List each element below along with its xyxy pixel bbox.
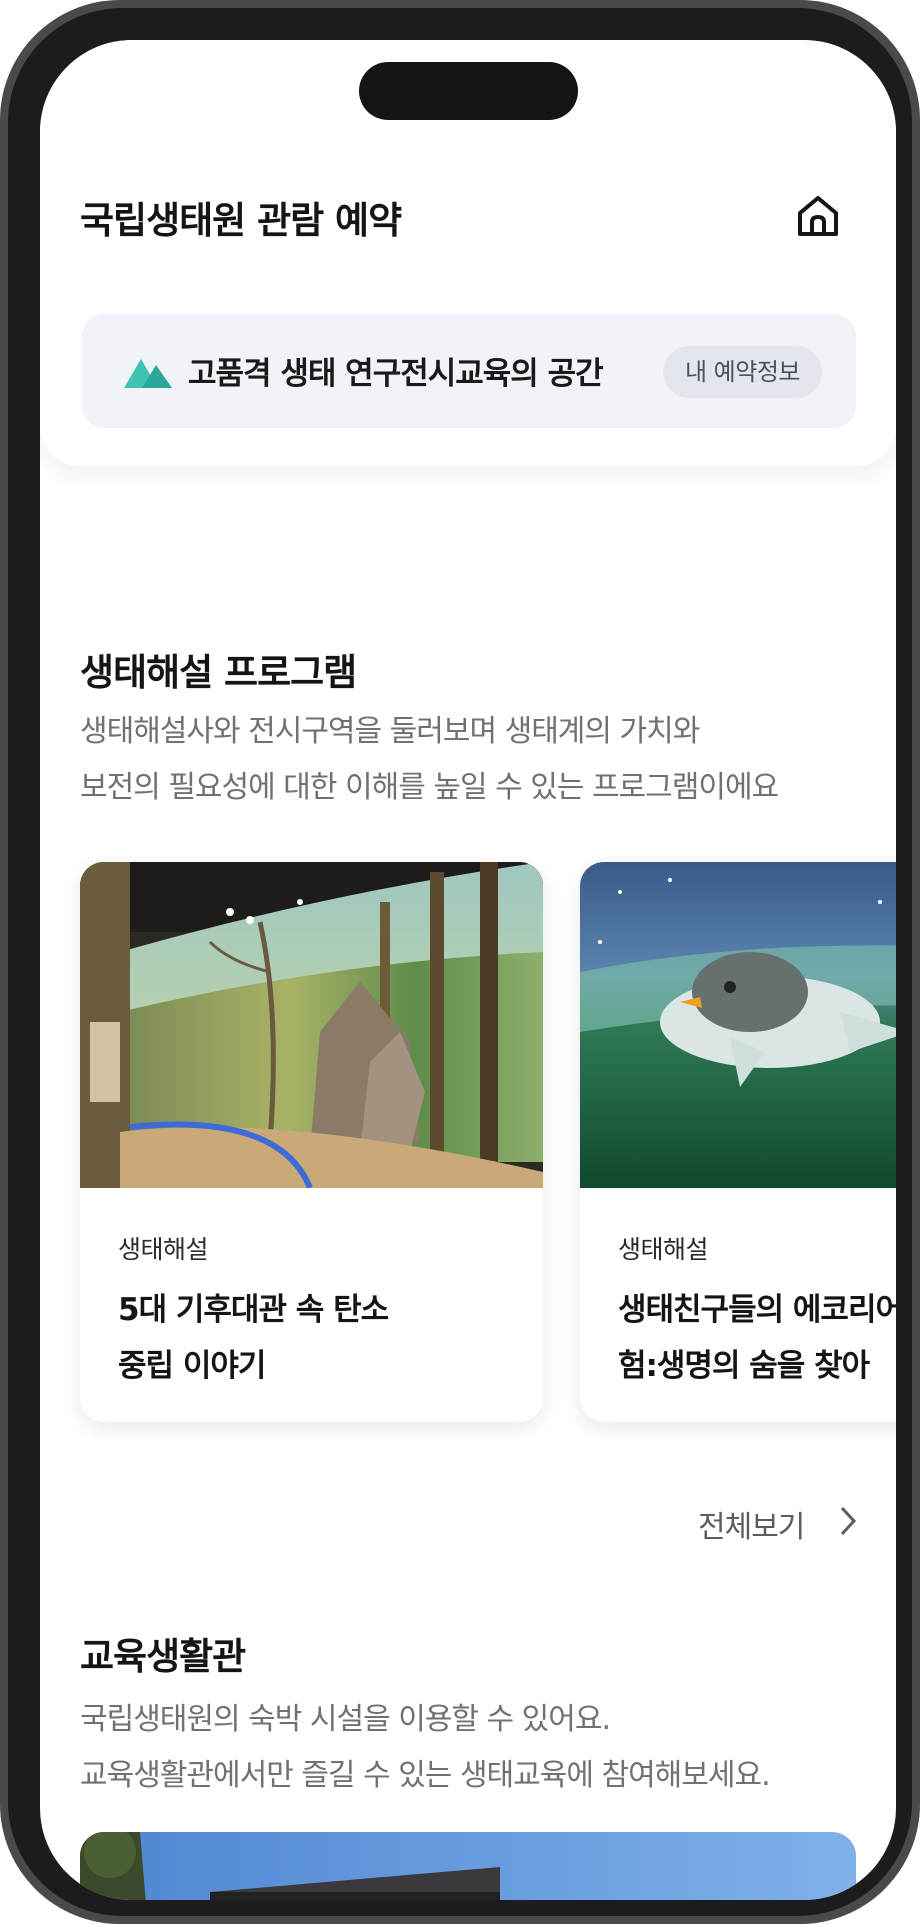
phone-bezel: 국립생태원 관람 예약 고품격 생태 연구전시교육의 공간 내 예약정보 생태해… [8,8,912,1916]
card-tag: 생태해설 [118,1235,209,1264]
card-title: 5대 기후대관 속 탄소 중립 이야기 [118,1292,389,1384]
page-title: 국립생태원 관람 예약 [80,199,402,242]
eco-program-description-line2: 보전의 필요성에 대한 이해를 높일 수 있는 프로그램이에요 [80,770,779,805]
program-card[interactable]: 생태해설 5대 기후대관 속 탄소 중립 이야기 [80,862,543,1422]
banner-text: 고품격 생태 연구전시교육의 공간 [188,356,604,392]
dynamic-island [359,62,578,120]
home-icon [798,196,838,236]
phone-frame: 국립생태원 관람 예약 고품격 생태 연구전시교육의 공간 내 예약정보 생태해… [0,0,920,1924]
chevron-right-icon[interactable] [838,1504,860,1538]
education-hall-description-line2: 교육생활관에서만 즐길 수 있는 생태교육에 참여해보세요. [80,1758,771,1793]
see-all-link[interactable]: 전체보기 [698,1502,805,1546]
education-hall-title: 교육생활관 [80,1635,246,1678]
education-hall-description-line1: 국립생태원의 숙박 시설을 이용할 수 있어요. [80,1702,611,1737]
home-button[interactable] [790,188,846,244]
intro-banner: 고품격 생태 연구전시교육의 공간 내 예약정보 [82,314,856,428]
card-tag: 생태해설 [618,1235,709,1264]
my-reservation-button[interactable]: 내 예약정보 [662,346,822,398]
mountain-icon [124,359,172,388]
program-card[interactable]: 생태해설 생태친구들의 에코리어 험:생명의 숨을 찾아 [580,862,896,1422]
card-image-exhibition-hall [80,862,543,1188]
education-hall-image[interactable] [80,1832,856,1900]
card-title: 생태친구들의 에코리어 험:생명의 숨을 찾아 [618,1292,896,1384]
screen: 국립생태원 관람 예약 고품격 생태 연구전시교육의 공간 내 예약정보 생태해… [40,40,896,1900]
eco-program-description-line1: 생태해설사와 전시구역을 둘러보며 생태계의 가치와 [80,714,700,749]
card-image-penguin [580,862,896,1188]
eco-program-title: 생태해설 프로그램 [80,651,357,694]
